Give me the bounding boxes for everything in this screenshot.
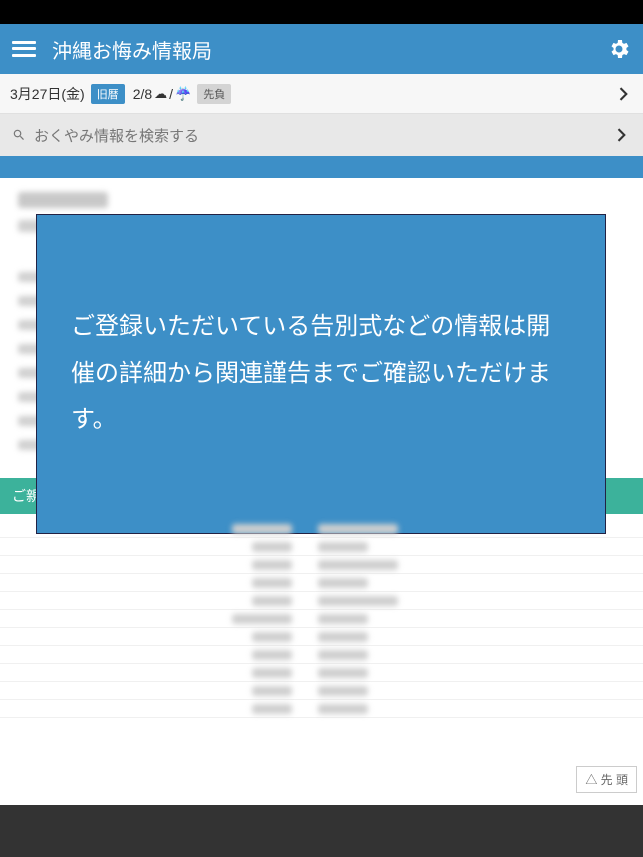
table-row — [0, 628, 643, 646]
table-row — [0, 610, 643, 628]
current-date: 3月27日(金) — [10, 84, 85, 104]
blurred-title — [18, 192, 108, 208]
umbrella-icon: ☔ — [175, 86, 191, 102]
info-modal[interactable]: ご登録いただいている告別式などの情報は開催の詳細から関連謹告までご確認いただけま… — [36, 214, 606, 534]
chevron-right-icon — [611, 125, 631, 145]
table-row — [0, 574, 643, 592]
table-row — [0, 538, 643, 556]
footer — [0, 805, 643, 857]
modal-text: ご登録いただいている告別式などの情報は開催の詳細から関連謹告までご確認いただけま… — [71, 304, 571, 444]
lunar-date: 2/8 ☁ / ☔ — [133, 86, 192, 102]
table-row — [0, 682, 643, 700]
chevron-right-icon — [613, 84, 633, 104]
cloud-icon: ☁ — [154, 86, 167, 102]
table-row — [0, 592, 643, 610]
to-top-button[interactable]: △ 先 頭 — [576, 766, 637, 793]
gear-icon[interactable] — [607, 37, 631, 61]
table-row — [0, 556, 643, 574]
table-row — [0, 646, 643, 664]
menu-icon[interactable] — [12, 37, 36, 61]
fortune-badge: 先負 — [197, 84, 231, 104]
search-icon — [12, 128, 26, 142]
app-header: 沖縄お悔み情報局 — [0, 24, 643, 74]
app-title: 沖縄お悔み情報局 — [52, 35, 607, 64]
family-table — [0, 514, 643, 738]
section-divider — [0, 156, 643, 178]
date-info-bar[interactable]: 3月27日(金) 旧暦 2/8 ☁ / ☔ 先負 — [0, 74, 643, 114]
search-bar[interactable]: おくやみ情報を検索する — [0, 114, 643, 156]
calendar-badge: 旧暦 — [91, 84, 125, 104]
table-row — [0, 700, 643, 718]
status-bar — [0, 0, 643, 24]
search-placeholder: おくやみ情報を検索する — [34, 125, 199, 146]
table-row — [0, 664, 643, 682]
